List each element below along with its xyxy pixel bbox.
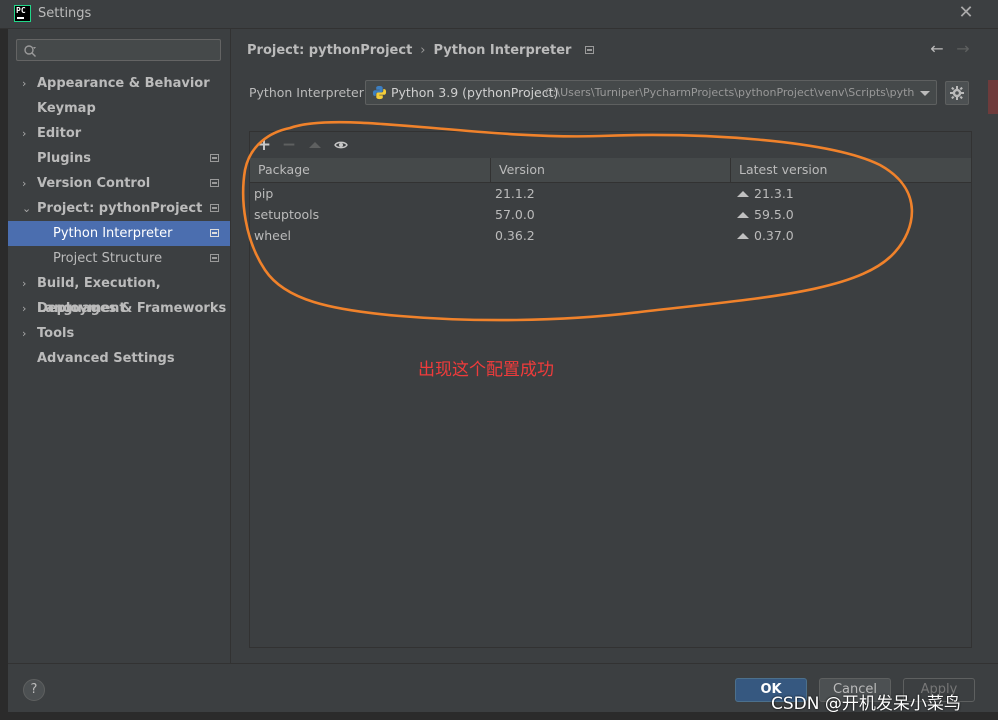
package-table: Package Version Latest version pip 21.1.… <box>250 158 971 246</box>
sidebar-item-editor[interactable]: › Editor <box>8 121 230 146</box>
chevron-right-icon: › <box>22 127 27 140</box>
package-name: wheel <box>254 228 291 243</box>
forward-arrow-icon[interactable]: → <box>954 40 972 58</box>
chevron-right-icon: › <box>22 277 27 290</box>
sidebar-item-label: Project Structure <box>53 251 163 266</box>
add-package-button[interactable]: + <box>255 136 273 154</box>
breadcrumb-project[interactable]: Project: pythonProject <box>247 43 412 58</box>
interpreter-label: Python Interpreter: <box>249 85 368 100</box>
dropdown-arrow-icon <box>920 91 930 96</box>
chevron-down-icon: ⌄ <box>22 202 32 215</box>
project-scope-icon <box>210 254 219 262</box>
interpreter-dropdown[interactable]: Python 3.9 (pythonProject) C:\Users\Turn… <box>365 80 937 105</box>
sidebar-item-project-structure[interactable]: Project Structure <box>8 246 230 271</box>
show-early-releases-button[interactable] <box>332 136 350 154</box>
help-button[interactable]: ? <box>23 679 45 701</box>
package-version: 0.36.2 <box>495 228 535 243</box>
column-header-latest-version[interactable]: Latest version <box>731 158 971 182</box>
project-scope-icon <box>210 229 219 237</box>
package-latest: 59.5.0 <box>731 204 971 225</box>
back-arrow-icon[interactable]: ← <box>928 40 946 58</box>
settings-search[interactable] <box>16 39 221 61</box>
project-scope-icon <box>210 204 219 212</box>
sidebar-item-label: Python Interpreter <box>53 226 173 241</box>
background-edge <box>988 80 998 114</box>
sidebar-nav: › Appearance & Behavior Keymap › Editor … <box>8 71 230 371</box>
package-toolbar: + − <box>250 132 971 158</box>
window-title: Settings <box>38 6 92 21</box>
upgrade-available-icon <box>737 191 749 197</box>
column-header-version[interactable]: Version <box>491 158 731 182</box>
project-scope-icon <box>210 154 219 162</box>
breadcrumb-page: Python Interpreter <box>433 43 572 58</box>
breadcrumb-separator: › <box>420 43 426 58</box>
package-version: 57.0.0 <box>495 207 535 222</box>
upgrade-package-button[interactable] <box>306 136 324 154</box>
project-scope-icon <box>210 179 219 187</box>
sidebar-item-label: Editor <box>37 126 82 141</box>
chevron-right-icon: › <box>22 327 27 340</box>
sidebar-item-appearance-behavior[interactable]: › Appearance & Behavior <box>8 71 230 96</box>
upgrade-available-icon <box>737 212 749 218</box>
search-input[interactable] <box>43 41 217 61</box>
sidebar-item-label: Keymap <box>37 101 96 116</box>
python-icon <box>372 85 387 100</box>
settings-content: Project: pythonProject › Python Interprete… <box>231 29 998 663</box>
title-bar: PC Settings ✕ <box>0 0 998 29</box>
breadcrumb: Project: pythonProject › Python Interprete… <box>247 43 595 58</box>
project-scope-icon <box>585 46 595 54</box>
upgrade-available-icon <box>737 233 749 239</box>
table-row[interactable]: setuptools 57.0.0 59.5.0 <box>250 204 971 225</box>
settings-sidebar: › Appearance & Behavior Keymap › Editor … <box>8 29 231 663</box>
package-name: setuptools <box>254 207 320 222</box>
interpreter-settings-button[interactable] <box>945 81 969 105</box>
column-header-package[interactable]: Package <box>250 158 491 182</box>
annotation-text: 出现这个配置成功 <box>418 360 554 380</box>
sidebar-item-label: Appearance & Behavior <box>37 76 210 91</box>
background-ide-strip <box>0 28 8 720</box>
eye-icon <box>334 141 348 149</box>
table-row[interactable]: wheel 0.36.2 0.37.0 <box>250 225 971 246</box>
sidebar-item-python-interpreter[interactable]: Python Interpreter <box>8 221 230 246</box>
sidebar-item-label: Project: pythonProject <box>37 201 203 216</box>
search-icon <box>24 45 36 57</box>
sidebar-item-label: Languages & Frameworks <box>37 301 227 316</box>
csdn-watermark: CSDN @开机发呆小菜鸟 <box>771 694 961 714</box>
gear-icon <box>950 86 964 100</box>
sidebar-item-build-execution-deployment[interactable]: › Build, Execution, Deployment <box>8 271 230 316</box>
background-bottom-edge <box>0 712 998 720</box>
table-header: Package Version Latest version <box>250 158 971 183</box>
sidebar-item-label: Plugins <box>37 151 91 166</box>
chevron-right-icon: › <box>22 302 27 315</box>
package-panel: + − Package Version Latest version pip 2… <box>249 131 972 648</box>
interpreter-path: C:\Users\Turniper\PycharmProjects\python… <box>545 86 915 99</box>
chevron-right-icon: › <box>22 77 27 90</box>
remove-package-button[interactable]: − <box>280 136 298 154</box>
sidebar-item-label: Advanced Settings <box>37 351 175 366</box>
pycharm-app-icon: PC <box>14 5 31 22</box>
chevron-right-icon: › <box>22 177 27 190</box>
interpreter-name: Python 3.9 (pythonProject) <box>391 85 559 100</box>
sidebar-item-plugins[interactable]: Plugins <box>8 146 230 171</box>
sidebar-item-advanced-settings[interactable]: Advanced Settings <box>8 346 230 371</box>
package-version: 21.1.2 <box>495 186 535 201</box>
package-latest-value: 0.37.0 <box>754 228 794 243</box>
package-latest-value: 59.5.0 <box>754 207 794 222</box>
sidebar-item-version-control[interactable]: › Version Control <box>8 171 230 196</box>
close-icon[interactable]: ✕ <box>956 3 976 23</box>
package-latest: 0.37.0 <box>731 225 971 246</box>
sidebar-item-label: Tools <box>37 326 75 341</box>
sidebar-item-tools[interactable]: › Tools <box>8 321 230 346</box>
sidebar-item-keymap[interactable]: Keymap <box>8 96 230 121</box>
sidebar-item-languages-frameworks[interactable]: › Languages & Frameworks <box>8 296 230 321</box>
package-name: pip <box>254 186 274 201</box>
package-latest: 21.3.1 <box>731 183 971 204</box>
package-latest-value: 21.3.1 <box>754 186 794 201</box>
table-row[interactable]: pip 21.1.2 21.3.1 <box>250 183 971 204</box>
sidebar-item-project[interactable]: ⌄ Project: pythonProject <box>8 196 230 221</box>
sidebar-item-label: Version Control <box>37 176 151 191</box>
